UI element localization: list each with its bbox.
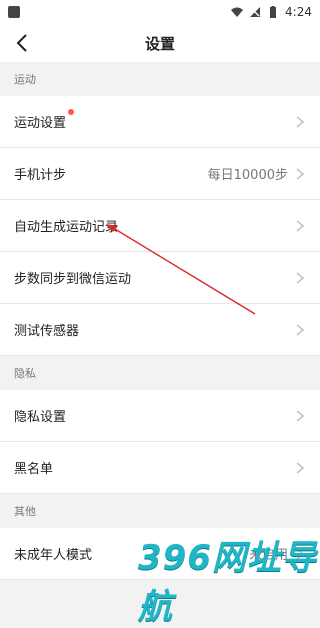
row-label: 隐私设置 [14, 410, 67, 425]
row-auto-generate-records[interactable]: 自动生成运动记录 [0, 200, 320, 252]
no-signal-icon [250, 7, 261, 17]
battery-icon [270, 6, 277, 18]
chevron-right-icon [296, 461, 304, 474]
row-label: 运动设置 [14, 116, 67, 131]
watermark-logo: 396网址导航 [138, 538, 317, 627]
row-label: 步数同步到微信运动 [14, 272, 132, 287]
row-sync-wechat-sport[interactable]: 步数同步到微信运动 [0, 252, 320, 304]
chevron-right-icon [296, 271, 304, 284]
status-time: 4:24 [285, 5, 312, 19]
page-title: 设置 [144, 34, 175, 53]
row-sport-settings[interactable]: 运动设置 [0, 96, 320, 148]
row-label: 自动生成运动记录 [14, 220, 119, 235]
row-label: 测试传感器 [14, 324, 80, 339]
chevron-right-icon [296, 409, 304, 422]
section-header-privacy: 隐私 [0, 356, 320, 390]
row-label: 黑名单 [14, 462, 54, 477]
chevron-right-icon [296, 167, 304, 180]
notification-icon [8, 6, 20, 18]
new-badge-dot [68, 109, 75, 115]
row-value: 每日10000步 [207, 168, 288, 183]
section-header-sport: 运动 [0, 62, 320, 96]
nav-bar: 设置 [0, 24, 320, 62]
wifi-icon [231, 7, 244, 17]
row-blacklist[interactable]: 黑名单 [0, 442, 320, 494]
chevron-right-icon [296, 219, 304, 232]
row-test-sensor[interactable]: 测试传感器 [0, 304, 320, 356]
chevron-right-icon [296, 115, 304, 128]
chevron-right-icon [296, 323, 304, 336]
back-button[interactable] [10, 32, 34, 54]
row-phone-step-count[interactable]: 手机计步 每日10000步 [0, 148, 320, 200]
row-privacy-settings[interactable]: 隐私设置 [0, 390, 320, 442]
chevron-left-icon [16, 34, 27, 52]
row-label: 未成年人模式 [14, 548, 93, 563]
row-label: 手机计步 [14, 168, 67, 183]
status-bar: 4:24 [0, 0, 320, 24]
section-header-other: 其他 [0, 494, 320, 528]
